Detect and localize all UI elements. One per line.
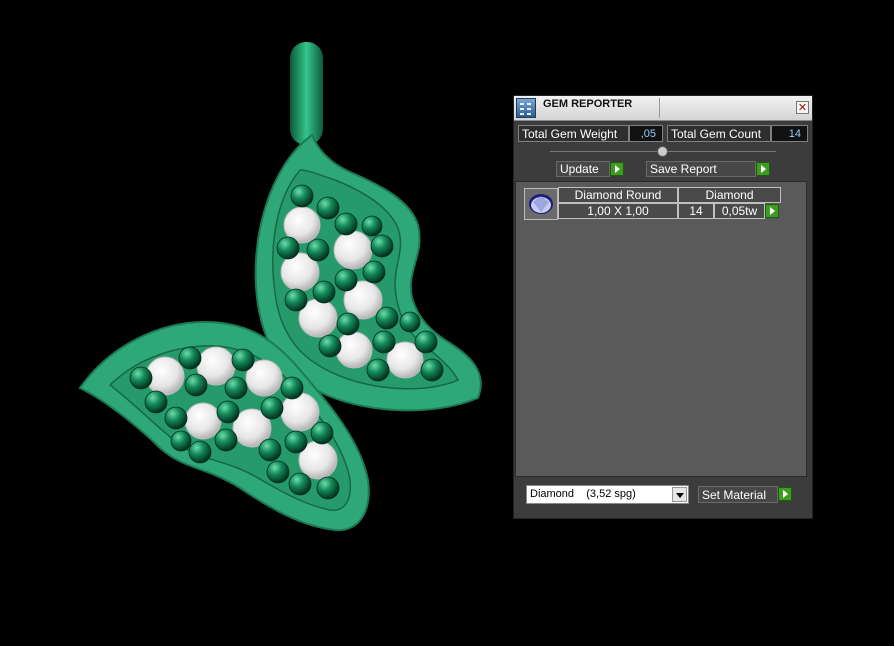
panel-title: GEM REPORTER: [543, 98, 633, 110]
gem-count-cell[interactable]: 14: [678, 203, 714, 219]
pendant-bail: [290, 42, 323, 145]
gem-list[interactable]: Diamond Round Diamond 1,00 X 1,00 14 0,0…: [515, 181, 807, 477]
gem-material-cell[interactable]: Diamond: [678, 187, 781, 203]
gem-reporter-icon: [516, 98, 536, 118]
close-icon[interactable]: ✕: [796, 101, 809, 114]
gem-weight-cell[interactable]: 0,05tw: [714, 203, 765, 219]
gem-reporter-panel: GEM REPORTER ✕ Total Gem Weight ,05 Tota…: [513, 95, 813, 519]
gem-shape-cell[interactable]: Diamond Round: [558, 187, 678, 203]
set-material-play-arrow-icon[interactable]: [778, 487, 792, 501]
total-gem-weight-label: Total Gem Weight: [518, 125, 629, 142]
gem-row-play-arrow-icon[interactable]: [765, 204, 779, 218]
update-play-arrow-icon[interactable]: [610, 162, 624, 176]
total-gem-count-value: 14: [771, 125, 808, 142]
update-button[interactable]: Update: [556, 161, 610, 177]
material-select[interactable]: Diamond (3,52 spg): [526, 485, 689, 504]
save-report-button[interactable]: Save Report: [646, 161, 756, 177]
size-slider-thumb[interactable]: [657, 146, 668, 157]
diamond-round-icon: [524, 188, 558, 220]
total-gem-weight-value: ,05: [629, 125, 663, 142]
save-report-play-arrow-icon[interactable]: [756, 162, 770, 176]
gem-size-cell[interactable]: 1,00 X 1,00: [558, 203, 678, 219]
butterfly-pendant-model[interactable]: [78, 42, 482, 532]
total-gem-count-label: Total Gem Count: [667, 125, 771, 142]
title-divider: [659, 98, 660, 118]
set-material-button[interactable]: Set Material: [698, 486, 778, 503]
material-select-value: Diamond (3,52 spg): [530, 488, 636, 500]
panel-titlebar[interactable]: GEM REPORTER ✕: [514, 96, 812, 121]
dropdown-arrow-icon[interactable]: [672, 487, 687, 502]
